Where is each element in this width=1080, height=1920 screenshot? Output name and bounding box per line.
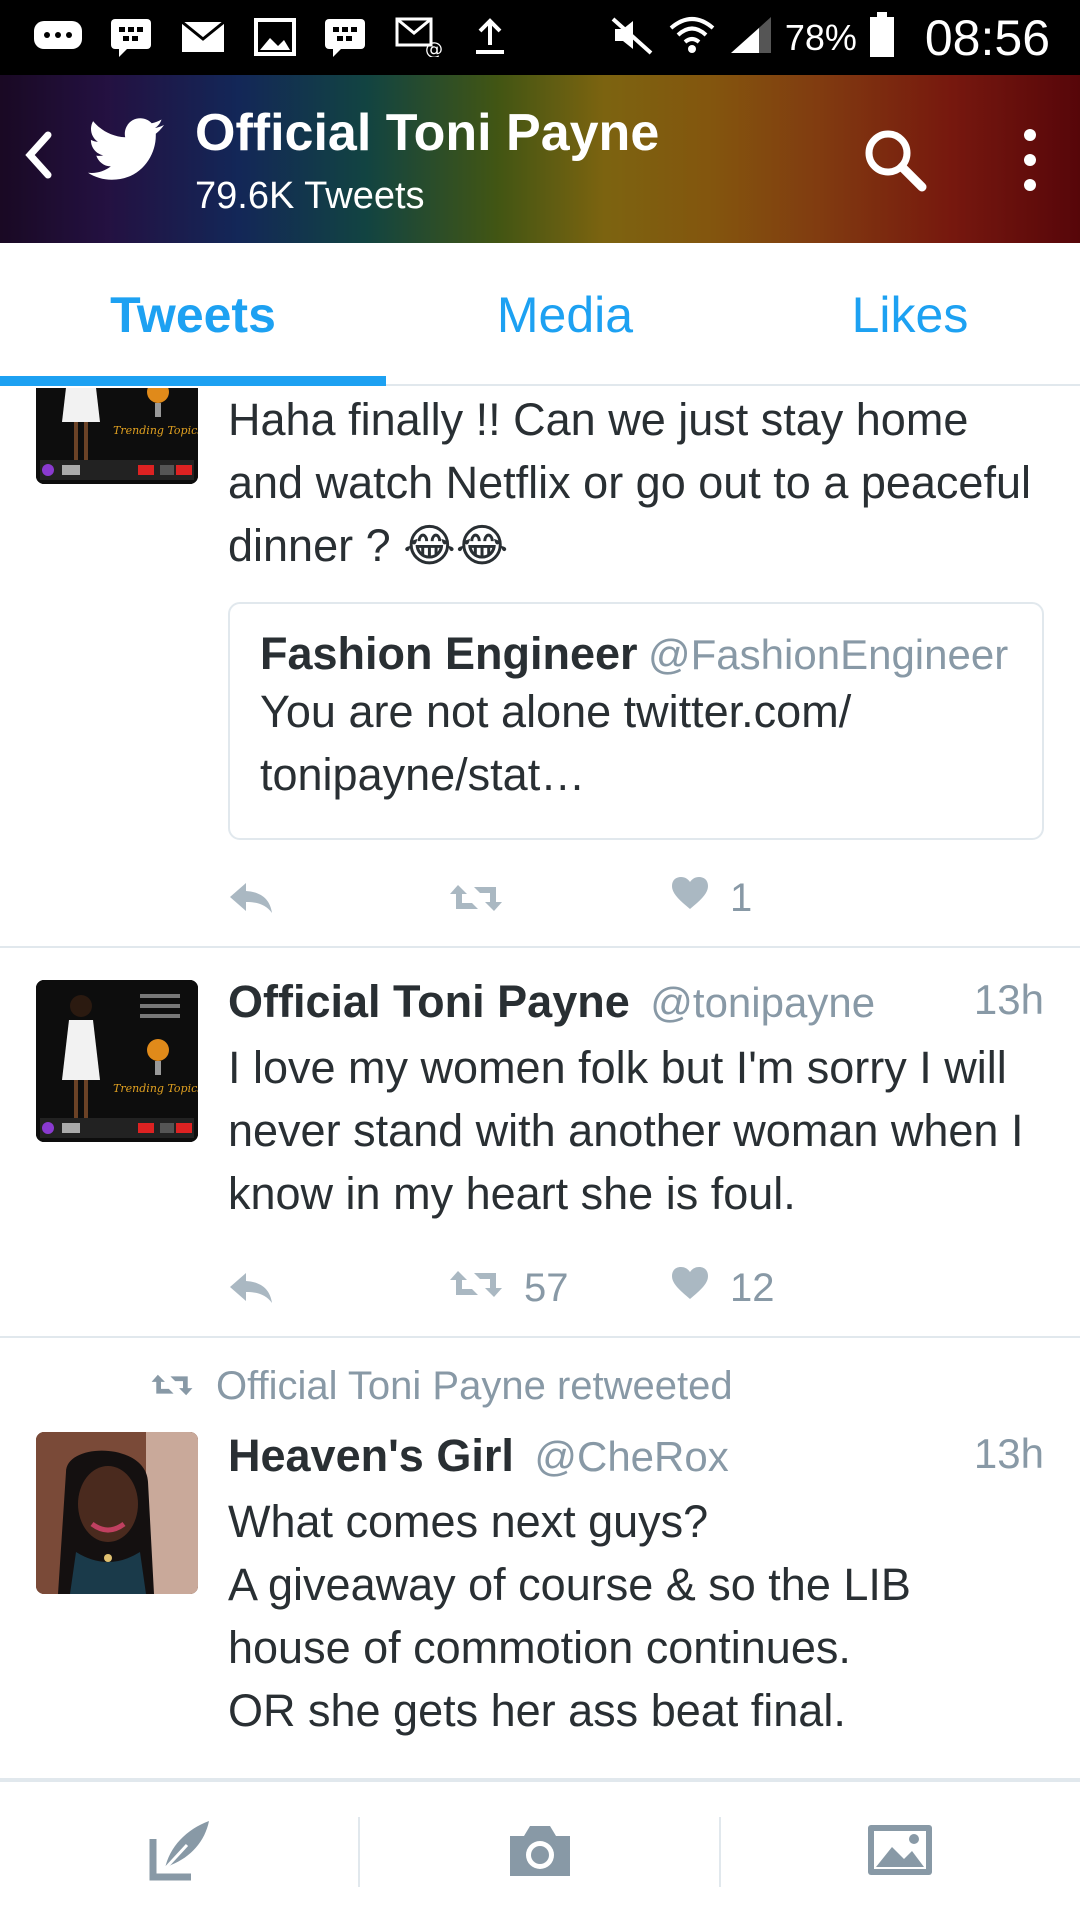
clock: 08:56 — [924, 9, 1050, 66]
image-icon — [866, 1823, 934, 1882]
tweet-actions: 57 12 — [228, 1258, 1044, 1318]
tweet-text: What comes next guys? A giveaway of cour… — [228, 1490, 1044, 1742]
author-name[interactable]: Heaven's Girl — [228, 1430, 514, 1481]
tab-tweets[interactable]: Tweets — [13, 243, 373, 386]
author-name[interactable]: Official Toni Payne — [228, 976, 630, 1027]
heart-icon — [670, 875, 710, 921]
battery-percent: 78% — [784, 16, 857, 58]
tweet-count: 79.6K Tweets — [195, 175, 425, 217]
photo-gallery-button[interactable] — [720, 1782, 1080, 1920]
twitter-bird-icon[interactable] — [88, 115, 166, 185]
status-bar: @ 78% 08:56 — [0, 0, 1080, 75]
reply-icon[interactable] — [228, 1258, 274, 1318]
tweet-timestamp: 13h — [973, 976, 1044, 1023]
battery-icon — [869, 12, 895, 63]
tweet-item[interactable]: Trending Topics Official Toni Payne @ton… — [0, 948, 1080, 1338]
like-count: 1 — [730, 875, 753, 920]
svg-text:Trending Topics: Trending Topics — [113, 424, 198, 437]
image-icon — [252, 17, 298, 57]
tweet-text-line: house of commotion continues. — [228, 1622, 851, 1673]
avatar[interactable]: Trending Topics — [36, 980, 198, 1142]
retweeted-by-label[interactable]: Official Toni Payne retweeted — [216, 1364, 733, 1409]
retweet-icon — [448, 1266, 504, 1311]
svg-text:@: @ — [425, 39, 443, 57]
profile-tabs: Tweets Media Likes — [0, 243, 1080, 386]
retweet-button[interactable]: 57 — [448, 1258, 569, 1318]
retweet-icon — [150, 1364, 194, 1409]
tab-likes[interactable]: Likes — [730, 243, 1080, 386]
retweet-context: Official Toni Payne retweeted — [150, 1364, 733, 1409]
tab-media[interactable]: Media — [385, 243, 745, 386]
bbm-icon — [108, 17, 154, 57]
heart-icon — [670, 1265, 710, 1311]
compose-quill-icon — [147, 1817, 213, 1888]
tweet-timestamp: 13h — [973, 1430, 1044, 1477]
tweet-actions: 1 — [228, 868, 1044, 928]
compose-toolbar — [0, 1780, 1080, 1920]
email-at-icon: @ — [394, 17, 444, 57]
tweet-text-line: OR she gets her ass beat final. — [228, 1685, 846, 1736]
overflow-menu-icon[interactable] — [1010, 125, 1050, 195]
author-handle: @CheRox — [534, 1433, 729, 1480]
upload-icon — [470, 17, 510, 57]
tweet-item[interactable]: Official Toni Payne retweeted Heaven's G… — [0, 1338, 1080, 1780]
profile-header: Official Toni Payne 79.6K Tweets — [0, 75, 1080, 243]
retweet-icon[interactable] — [448, 868, 504, 928]
tweet-text: I love my women folk but I'm sorry I wil… — [228, 1042, 1024, 1219]
quoted-author-name: Fashion Engineer — [260, 628, 638, 679]
search-icon[interactable] — [860, 125, 932, 197]
tweet-feed[interactable]: Trending Topics Haha finally !! Can we j… — [0, 388, 1080, 1780]
author-handle: @tonipayne — [650, 979, 876, 1026]
bbm-icon — [322, 17, 368, 57]
like-button[interactable]: 1 — [670, 868, 752, 928]
avatar[interactable]: Trending Topics — [36, 388, 198, 484]
signal-icon — [729, 15, 773, 60]
profile-title: Official Toni Payne — [195, 104, 660, 162]
tweet-text-line: What comes next guys? — [228, 1496, 709, 1547]
quoted-text: You are not alone twitter.com/ tonipayne… — [260, 686, 852, 800]
back-icon[interactable] — [18, 125, 58, 185]
tweet-text: Haha finally !! Can we just stay home an… — [228, 394, 1031, 571]
quoted-author-handle: @FashionEngineer — [648, 631, 1009, 678]
compose-tweet-button[interactable] — [0, 1782, 360, 1920]
reply-icon[interactable] — [228, 868, 274, 928]
quoted-tweet[interactable]: Fashion Engineer @FashionEngineer You ar… — [228, 602, 1044, 840]
active-tab-indicator — [0, 376, 386, 386]
mute-icon — [609, 15, 655, 60]
mail-icon — [180, 17, 226, 57]
retweet-count: 57 — [524, 1265, 569, 1310]
tweet-text-line: A giveaway of course & so the LIB — [228, 1559, 911, 1610]
tweet-item[interactable]: Trending Topics Haha finally !! Can we j… — [0, 388, 1080, 948]
camera-button[interactable] — [360, 1782, 720, 1920]
avatar[interactable] — [36, 1432, 198, 1594]
chat-bubble-icon — [30, 17, 86, 57]
camera-icon — [506, 1822, 574, 1883]
svg-text:Trending Topics: Trending Topics — [113, 1082, 198, 1095]
like-button[interactable]: 12 — [670, 1258, 775, 1318]
like-count: 12 — [730, 1265, 775, 1310]
wifi-icon — [667, 14, 717, 61]
